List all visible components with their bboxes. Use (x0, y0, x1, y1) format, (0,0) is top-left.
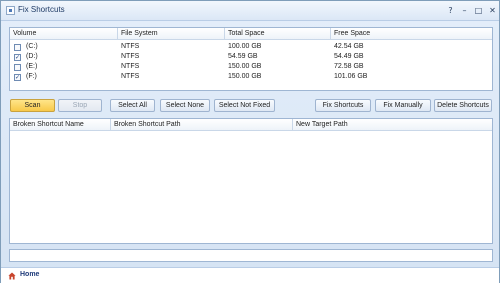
col-broken-shortcut-name[interactable]: Broken Shortcut Name (10, 119, 111, 131)
volume-row[interactable]: (E:) NTFS 150.00 GB 72.58 GB (10, 62, 492, 72)
minimize-button[interactable]: – (459, 5, 470, 16)
volume-free: 101.06 GB (334, 73, 368, 80)
volume-free: 54.49 GB (334, 53, 364, 60)
volume-fs: NTFS (121, 43, 140, 50)
volume-checkbox[interactable] (14, 44, 21, 51)
volume-total: 150.00 GB (228, 73, 262, 80)
volume-checkbox[interactable]: ✓ (14, 54, 21, 61)
select-all-button[interactable]: Select All (110, 99, 155, 112)
results-list-header: Broken Shortcut Name Broken Shortcut Pat… (10, 119, 492, 131)
volume-total: 100.00 GB (228, 43, 262, 50)
volume-total: 150.00 GB (228, 63, 262, 70)
volume-row[interactable]: ✓ (D:) NTFS 54.59 GB 54.49 GB (10, 52, 492, 62)
select-none-button[interactable]: Select None (160, 99, 210, 112)
volume-name: (D:) (26, 53, 38, 60)
col-file-system[interactable]: File System (118, 28, 225, 40)
help-button[interactable]: ? (445, 5, 456, 16)
title-bar: Fix Shortcuts ? – □ ✕ (1, 1, 499, 21)
app-icon (6, 6, 15, 15)
col-total-space[interactable]: Total Space (225, 28, 331, 40)
volume-checkbox[interactable]: ✓ (14, 74, 21, 81)
volume-free: 72.58 GB (334, 63, 364, 70)
volume-list: Volume File System Total Space Free Spac… (9, 27, 493, 91)
col-broken-shortcut-path[interactable]: Broken Shortcut Path (111, 119, 293, 131)
col-free-space[interactable]: Free Space (331, 28, 492, 40)
volume-fs: NTFS (121, 73, 140, 80)
volume-name: (E:) (26, 63, 38, 70)
maximize-button[interactable]: □ (473, 5, 484, 16)
col-new-target-path[interactable]: New Target Path (293, 119, 492, 131)
volume-free: 42.54 GB (334, 43, 364, 50)
volume-list-header: Volume File System Total Space Free Spac… (10, 28, 492, 40)
col-volume[interactable]: Volume (10, 28, 118, 40)
close-button[interactable]: ✕ (487, 5, 498, 16)
status-field (9, 249, 493, 262)
volume-fs: NTFS (121, 63, 140, 70)
volume-row[interactable]: ✓ (F:) NTFS 150.00 GB 101.06 GB (10, 72, 492, 82)
volume-row[interactable]: (C:) NTFS 100.00 GB 42.54 GB (10, 42, 492, 52)
window-title: Fix Shortcuts (18, 5, 65, 14)
delete-shortcuts-button[interactable]: Delete Shortcuts (434, 99, 492, 112)
broken-shortcuts-list[interactable]: Broken Shortcut Name Broken Shortcut Pat… (9, 118, 493, 244)
volume-fs: NTFS (121, 53, 140, 60)
volume-checkbox[interactable] (14, 64, 21, 71)
home-icon (8, 272, 16, 280)
bottom-bar: Home (1, 267, 499, 283)
app-window: Fix Shortcuts ? – □ ✕ Volume File System… (0, 0, 500, 283)
volume-name: (F:) (26, 73, 37, 80)
volume-total: 54.59 GB (228, 53, 258, 60)
home-link[interactable]: Home (20, 271, 39, 278)
stop-button[interactable]: Stop (58, 99, 102, 112)
scan-button[interactable]: Scan (10, 99, 55, 112)
fix-shortcuts-button[interactable]: Fix Shortcuts (315, 99, 371, 112)
volume-name: (C:) (26, 43, 38, 50)
fix-manually-button[interactable]: Fix Manually (375, 99, 431, 112)
select-not-fixed-button[interactable]: Select Not Fixed (214, 99, 275, 112)
